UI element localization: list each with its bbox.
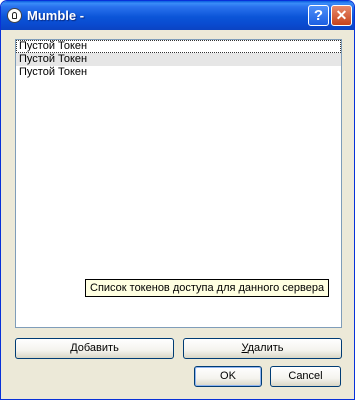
token-list-item[interactable]: Пустой Токен [16, 40, 341, 53]
cancel-button[interactable]: Cancel [270, 366, 341, 387]
token-list-item[interactable]: Пустой Токен [16, 53, 341, 66]
token-list-tooltip: Список токенов доступа для данного серве… [85, 279, 330, 297]
window-title: Mumble - [27, 8, 85, 23]
help-button[interactable]: ? [308, 5, 329, 26]
close-button[interactable]: ✕ [331, 5, 352, 26]
token-list-item[interactable]: Пустой Токен [16, 66, 341, 79]
delete-button-label: далить [247, 342, 284, 354]
mumble-app-icon [7, 8, 22, 23]
title-bar[interactable]: Mumble - ? ✕ [1, 1, 354, 30]
add-button-label: обавить [77, 342, 119, 354]
delete-token-button[interactable]: Удалить [183, 338, 342, 359]
add-token-button[interactable]: Добавить [15, 338, 174, 359]
add-button-accel: Д [70, 342, 78, 354]
ok-button[interactable]: OK [194, 366, 262, 387]
mumble-token-dialog: Mumble - ? ✕ Пустой Токен Пустой Токен П… [0, 0, 355, 400]
